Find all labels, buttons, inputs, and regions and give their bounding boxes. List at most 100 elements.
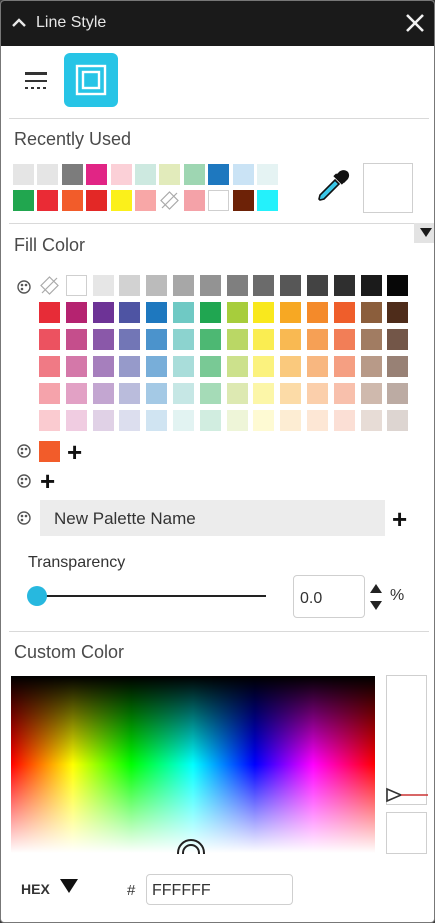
- fill-color-swatch[interactable]: [280, 302, 302, 323]
- palette-icon[interactable]: [17, 474, 31, 488]
- fill-color-swatch[interactable]: [92, 302, 114, 323]
- fill-color-swatch[interactable]: [92, 275, 114, 296]
- fill-color-swatch[interactable]: [119, 329, 141, 350]
- brightness-slider[interactable]: [386, 675, 427, 805]
- color-mode-label[interactable]: HEX: [21, 881, 50, 897]
- fill-color-swatch[interactable]: [387, 356, 409, 377]
- recent-color-swatch[interactable]: [208, 190, 230, 211]
- fill-color-swatch[interactable]: [199, 356, 221, 377]
- fill-color-swatch[interactable]: [333, 329, 355, 350]
- fill-color-swatch[interactable]: [280, 356, 302, 377]
- fill-color-swatch[interactable]: [387, 275, 409, 296]
- fill-color-swatch[interactable]: [307, 356, 328, 377]
- fill-color-swatch[interactable]: [253, 275, 275, 296]
- recent-color-swatch[interactable]: [86, 164, 108, 185]
- recent-color-swatch[interactable]: [232, 164, 254, 185]
- fill-color-swatch[interactable]: [199, 275, 221, 296]
- fill-color-swatch[interactable]: [65, 410, 87, 431]
- fill-color-swatch[interactable]: [360, 329, 382, 350]
- palette-icon[interactable]: [17, 280, 31, 294]
- fill-color-swatch[interactable]: [387, 302, 409, 323]
- fill-color-swatch[interactable]: [119, 302, 141, 323]
- fill-color-swatch[interactable]: [65, 275, 87, 296]
- transparency-slider-thumb[interactable]: [27, 586, 47, 606]
- fill-color-swatch[interactable]: [387, 410, 409, 431]
- fill-color-swatch[interactable]: [307, 329, 328, 350]
- fill-color-swatch[interactable]: [39, 329, 60, 350]
- fill-color-swatch[interactable]: [199, 383, 221, 404]
- recent-color-swatch[interactable]: [183, 164, 205, 185]
- fill-color-swatch[interactable]: [173, 410, 194, 431]
- recent-color-swatch[interactable]: [86, 190, 108, 211]
- collapse-button[interactable]: [414, 223, 434, 243]
- recent-color-swatch[interactable]: [110, 164, 132, 185]
- recent-color-swatch[interactable]: [159, 164, 181, 185]
- fill-color-swatch[interactable]: [360, 275, 382, 296]
- fill-color-swatch[interactable]: [119, 383, 141, 404]
- fill-color-swatch[interactable]: [307, 410, 328, 431]
- fill-color-swatch[interactable]: [280, 329, 302, 350]
- recent-color-swatch[interactable]: [208, 164, 230, 185]
- transparency-slider-track[interactable]: [37, 595, 266, 597]
- fill-color-swatch[interactable]: [146, 275, 168, 296]
- fill-color-swatch[interactable]: [92, 329, 114, 350]
- fill-color-swatch[interactable]: [253, 329, 275, 350]
- fill-color-swatch[interactable]: [39, 383, 60, 404]
- custom-color-swatch[interactable]: [39, 441, 60, 462]
- add-color-button[interactable]: +: [40, 468, 55, 494]
- spin-up-icon[interactable]: [370, 584, 382, 593]
- fill-color-swatch[interactable]: [360, 356, 382, 377]
- fill-color-swatch[interactable]: [146, 356, 168, 377]
- fill-color-swatch[interactable]: [253, 383, 275, 404]
- fill-color-swatch[interactable]: [226, 410, 248, 431]
- recent-color-swatch[interactable]: [37, 190, 59, 211]
- fill-color-swatch[interactable]: [173, 329, 194, 350]
- fill-color-swatch[interactable]: [333, 383, 355, 404]
- fill-color-swatch[interactable]: [307, 302, 328, 323]
- fill-color-swatch[interactable]: [39, 410, 60, 431]
- line-style-icon[interactable]: [22, 69, 50, 93]
- fill-color-swatch[interactable]: [92, 410, 114, 431]
- recent-color-swatch[interactable]: [232, 190, 254, 211]
- fill-color-swatch[interactable]: [333, 302, 355, 323]
- fill-color-swatch[interactable]: [360, 410, 382, 431]
- spectrum-picker-handle[interactable]: [176, 838, 206, 854]
- fill-color-swatch[interactable]: [65, 302, 87, 323]
- fill-color-swatch[interactable]: [39, 275, 60, 296]
- triangle-down-icon[interactable]: [60, 879, 78, 893]
- fill-color-swatch[interactable]: [226, 302, 248, 323]
- fill-color-swatch[interactable]: [333, 410, 355, 431]
- fill-color-swatch[interactable]: [280, 383, 302, 404]
- fill-color-swatch[interactable]: [146, 329, 168, 350]
- fill-color-swatch[interactable]: [307, 275, 328, 296]
- fill-color-swatch[interactable]: [226, 275, 248, 296]
- fill-color-swatch[interactable]: [226, 329, 248, 350]
- palette-icon[interactable]: [17, 444, 31, 458]
- fill-color-swatch[interactable]: [146, 302, 168, 323]
- fill-color-swatch[interactable]: [92, 356, 114, 377]
- fill-color-swatch[interactable]: [387, 383, 409, 404]
- fill-color-swatch[interactable]: [65, 356, 87, 377]
- fill-color-swatch[interactable]: [199, 410, 221, 431]
- fill-color-swatch[interactable]: [199, 302, 221, 323]
- fill-color-swatch[interactable]: [146, 410, 168, 431]
- fill-color-swatch[interactable]: [280, 275, 302, 296]
- recent-color-swatch[interactable]: [257, 164, 278, 185]
- fill-color-swatch[interactable]: [173, 356, 194, 377]
- fill-color-swatch[interactable]: [360, 302, 382, 323]
- recent-color-swatch[interactable]: [13, 164, 34, 185]
- recent-color-swatch[interactable]: [13, 190, 34, 211]
- fill-color-swatch[interactable]: [226, 383, 248, 404]
- color-spectrum[interactable]: [11, 676, 375, 853]
- recent-color-swatch[interactable]: [37, 164, 59, 185]
- fill-color-swatch[interactable]: [253, 410, 275, 431]
- fill-color-swatch[interactable]: [333, 275, 355, 296]
- fill-color-swatch[interactable]: [360, 383, 382, 404]
- new-palette-name-input[interactable]: New Palette Name: [40, 500, 385, 536]
- fill-color-swatch[interactable]: [173, 383, 194, 404]
- fill-color-swatch[interactable]: [146, 383, 168, 404]
- eyedropper-icon[interactable]: [315, 168, 351, 204]
- fill-color-swatch[interactable]: [253, 356, 275, 377]
- fill-color-swatch[interactable]: [199, 329, 221, 350]
- close-icon[interactable]: [403, 11, 427, 35]
